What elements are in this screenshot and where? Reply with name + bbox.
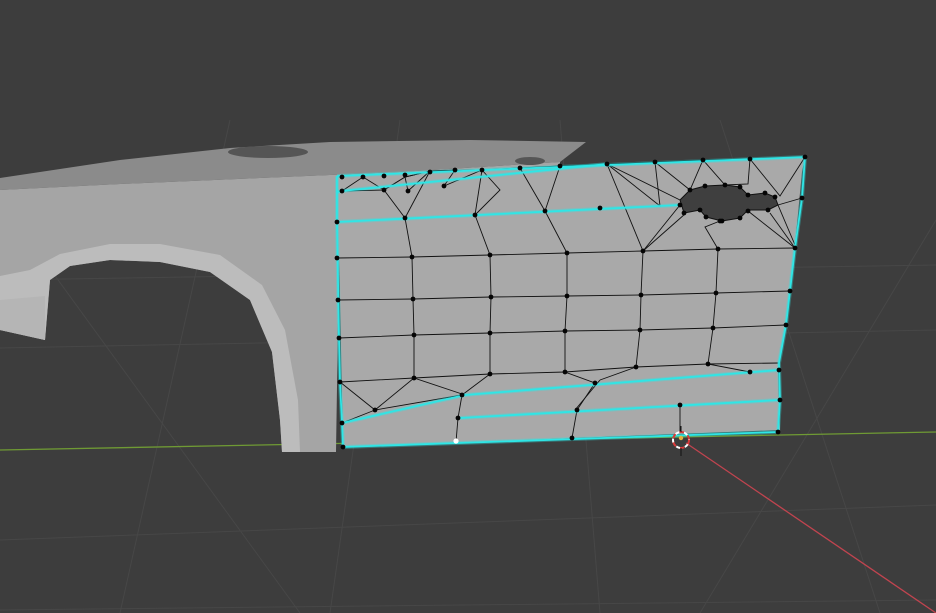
- mesh-vertex[interactable]: [334, 255, 340, 261]
- mesh-vertex[interactable]: [799, 195, 805, 201]
- mesh-vertex[interactable]: [360, 174, 366, 180]
- mesh-vertex[interactable]: [455, 415, 461, 421]
- mesh-vertex[interactable]: [737, 215, 743, 221]
- mesh-vertex[interactable]: [487, 252, 493, 258]
- mesh-vertex[interactable]: [705, 361, 711, 367]
- mesh-vertex[interactable]: [472, 212, 478, 218]
- mesh-vertex[interactable]: [677, 402, 683, 408]
- mesh-vertex[interactable]: [745, 208, 751, 214]
- mesh-vertex[interactable]: [562, 328, 568, 334]
- mesh-vertex[interactable]: [487, 371, 493, 377]
- mesh-vertex[interactable]: [335, 297, 341, 303]
- mesh-vertex[interactable]: [745, 192, 751, 198]
- mesh-vertex[interactable]: [427, 169, 433, 175]
- grid-line: [0, 599, 936, 611]
- mesh-vertex[interactable]: [564, 250, 570, 256]
- mesh-vertex[interactable]: [652, 159, 658, 165]
- mesh-vertex[interactable]: [487, 330, 493, 336]
- mesh-vertex[interactable]: [459, 392, 465, 398]
- mesh-vertex[interactable]: [700, 157, 706, 163]
- mesh-vertex[interactable]: [562, 369, 568, 375]
- mesh-vertex[interactable]: [592, 380, 598, 386]
- mesh-vertex[interactable]: [557, 163, 563, 169]
- mesh-vertex[interactable]: [717, 218, 723, 224]
- viewport-canvas[interactable]: [0, 0, 936, 613]
- mesh-vertex[interactable]: [409, 254, 415, 260]
- mesh-vertex[interactable]: [381, 173, 387, 179]
- mesh-vertex[interactable]: [703, 214, 709, 220]
- mesh-vertex[interactable]: [762, 190, 768, 196]
- mesh-vertex[interactable]: [339, 174, 345, 180]
- mesh-vertex[interactable]: [710, 325, 716, 331]
- mesh-vertex[interactable]: [638, 292, 644, 298]
- mesh-vertex[interactable]: [574, 407, 580, 413]
- mesh-vertex[interactable]: [340, 444, 346, 450]
- mesh-vertex[interactable]: [715, 246, 721, 252]
- mesh-vertex[interactable]: [372, 407, 378, 413]
- mesh-vertex[interactable]: [334, 219, 340, 225]
- mesh-vertex[interactable]: [597, 205, 603, 211]
- mesh-vertex[interactable]: [633, 364, 639, 370]
- mesh-vertex[interactable]: [452, 167, 458, 173]
- mesh-vertex[interactable]: [775, 429, 781, 435]
- mesh-vertex[interactable]: [339, 188, 345, 194]
- mesh-vertex[interactable]: [776, 367, 782, 373]
- mesh-vertex[interactable]: [747, 369, 753, 375]
- car-roof-vent: [515, 157, 545, 165]
- mesh-vertex[interactable]: [411, 375, 417, 381]
- mesh-vertex[interactable]: [787, 288, 793, 294]
- door-mesh[interactable]: [334, 154, 808, 450]
- mesh-vertex[interactable]: [402, 172, 408, 178]
- mesh-vertex[interactable]: [336, 335, 342, 341]
- mesh-vertex[interactable]: [411, 332, 417, 338]
- mesh-vertex[interactable]: [640, 248, 646, 254]
- mesh-vertex[interactable]: [772, 194, 778, 200]
- mesh-vertex[interactable]: [381, 187, 387, 193]
- car-side-skirt: [0, 296, 45, 340]
- mesh-vertex[interactable]: [765, 207, 771, 213]
- mesh-vertex[interactable]: [792, 245, 798, 251]
- mesh-vertex[interactable]: [488, 294, 494, 300]
- mesh-vertex[interactable]: [517, 165, 523, 171]
- x-axis-line: [685, 442, 936, 613]
- mesh-vertex[interactable]: [479, 167, 485, 173]
- mesh-vertex[interactable]: [339, 420, 345, 426]
- mesh-vertex[interactable]: [687, 187, 693, 193]
- mesh-vertex[interactable]: [677, 202, 683, 208]
- car-roof-opening: [228, 146, 308, 158]
- mesh-vertex[interactable]: [604, 161, 610, 167]
- mesh-vertex[interactable]: [337, 379, 343, 385]
- mesh-vertex[interactable]: [802, 154, 808, 160]
- mesh-vertex[interactable]: [737, 184, 743, 190]
- active-vertex[interactable]: [453, 438, 459, 444]
- 3d-viewport[interactable]: [0, 0, 936, 613]
- mesh-vertex[interactable]: [637, 327, 643, 333]
- mesh-vertex[interactable]: [697, 207, 703, 213]
- mesh-vertex[interactable]: [441, 183, 447, 189]
- mesh-vertex[interactable]: [777, 397, 783, 403]
- mesh-vertex[interactable]: [405, 188, 411, 194]
- mesh-vertex[interactable]: [783, 322, 789, 328]
- mesh-vertex[interactable]: [542, 208, 548, 214]
- mesh-vertex[interactable]: [402, 215, 408, 221]
- mesh-vertex[interactable]: [681, 210, 687, 216]
- cursor-center-dot: [678, 435, 684, 441]
- mesh-vertex[interactable]: [702, 183, 708, 189]
- mesh-vertex[interactable]: [564, 293, 570, 299]
- mesh-vertex[interactable]: [713, 290, 719, 296]
- mesh-vertex[interactable]: [569, 435, 575, 441]
- mesh-vertex[interactable]: [410, 296, 416, 302]
- mesh-vertex[interactable]: [722, 182, 728, 188]
- mesh-vertex[interactable]: [747, 156, 753, 162]
